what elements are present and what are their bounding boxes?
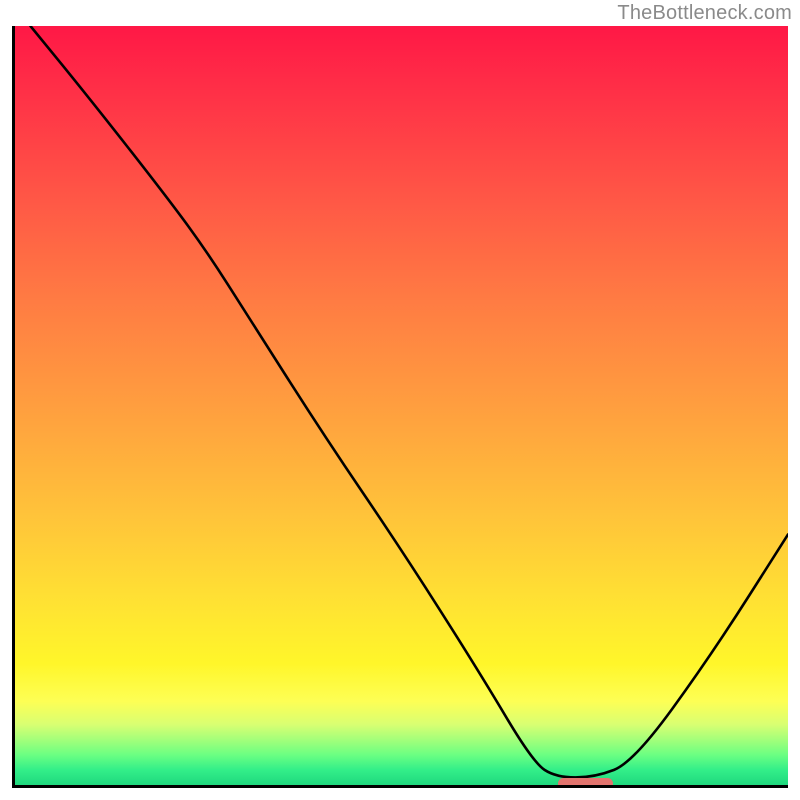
bottleneck-curve: [15, 26, 788, 785]
plot-area: [12, 26, 788, 788]
curve-path: [30, 26, 788, 777]
watermark-text: TheBottleneck.com: [617, 2, 792, 25]
optimal-marker: [558, 778, 612, 788]
chart-stage: TheBottleneck.com: [0, 0, 800, 800]
